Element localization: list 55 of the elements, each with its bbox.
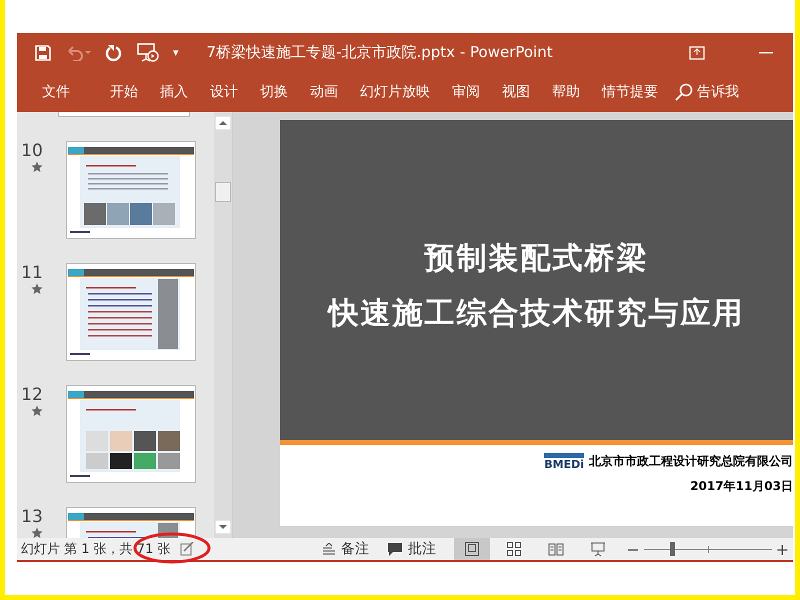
zoom-out-button[interactable]: − — [622, 540, 644, 558]
minimize-icon[interactable] — [759, 52, 773, 54]
slide-thumbnail[interactable] — [58, 112, 190, 117]
slide-title: 预制装配式桥梁 — [424, 240, 648, 278]
search-icon — [675, 83, 693, 101]
ribbon-tab[interactable]: 动画 — [299, 83, 349, 101]
slide-number: 13 — [21, 507, 43, 527]
normal-view-button[interactable] — [454, 538, 490, 560]
reading-view-icon — [548, 541, 564, 557]
ribbon-tab[interactable]: 审阅 — [441, 83, 491, 101]
slide-thumbnail[interactable] — [66, 263, 196, 361]
presentation-icon[interactable] — [137, 42, 159, 62]
redo-icon[interactable] — [105, 44, 123, 62]
organization-name: 北京市市政工程设计研究总院有限公司 — [589, 453, 793, 470]
slide-number: 10 — [21, 141, 43, 161]
ribbon-tab[interactable]: 切换 — [249, 83, 299, 101]
customize-caret[interactable]: ▾ — [173, 46, 179, 59]
tell-me-search[interactable]: 告诉我 — [675, 83, 739, 101]
slideshow-view-icon — [590, 541, 606, 557]
ribbon-tab[interactable]: 文件 — [31, 83, 81, 101]
notes-button[interactable]: 备注 — [322, 540, 370, 558]
scrollbar[interactable] — [214, 112, 232, 538]
star-icon — [31, 527, 43, 538]
ribbon-tab[interactable]: 插入 — [149, 83, 199, 101]
comments-button[interactable]: 批注 — [387, 540, 436, 558]
slide-number: 12 — [21, 385, 43, 405]
window-title: 7桥梁快速施工专题-北京市政院.pptx - PowerPoint — [206, 43, 553, 62]
ribbon-tab[interactable]: 视图 — [491, 83, 541, 101]
star-icon — [31, 283, 43, 295]
ribbon-tab[interactable]: 设计 — [199, 83, 249, 101]
zoom-in-button[interactable]: + — [772, 540, 793, 558]
comment-icon — [387, 542, 404, 556]
ribbon-tab[interactable]: 开始 — [99, 83, 149, 101]
slide-count: 幻灯片 第 1 张，共 71 张 — [21, 540, 170, 558]
slide-title: 快速施工综合技术研究与应用 — [328, 295, 744, 333]
save-icon[interactable] — [35, 44, 51, 60]
normal-view-icon — [464, 541, 480, 557]
slide-number: 11 — [21, 263, 43, 283]
slide-date: 2017年11月03日 — [690, 478, 793, 495]
ribbon-display-icon[interactable] — [689, 46, 705, 60]
star-icon — [31, 405, 43, 417]
ribbon-tab[interactable]: 情节提要 — [591, 83, 669, 101]
notes-icon — [322, 543, 336, 555]
scrollbar-thumb[interactable] — [215, 182, 231, 202]
scroll-up-button[interactable] — [215, 116, 231, 130]
proofing-icon[interactable] — [180, 542, 194, 556]
slide-thumbnail[interactable] — [66, 141, 196, 239]
organization-logo: BMEDi — [544, 453, 584, 470]
scroll-down-button[interactable] — [215, 520, 231, 534]
ribbon-tab[interactable]: 帮助 — [541, 83, 591, 101]
star-icon — [31, 161, 43, 173]
zoom-slider[interactable] — [670, 542, 675, 556]
slide-thumbnail[interactable] — [66, 385, 196, 483]
sorter-view-icon — [506, 541, 522, 557]
ribbon-tab[interactable]: 幻灯片放映 — [349, 83, 441, 101]
